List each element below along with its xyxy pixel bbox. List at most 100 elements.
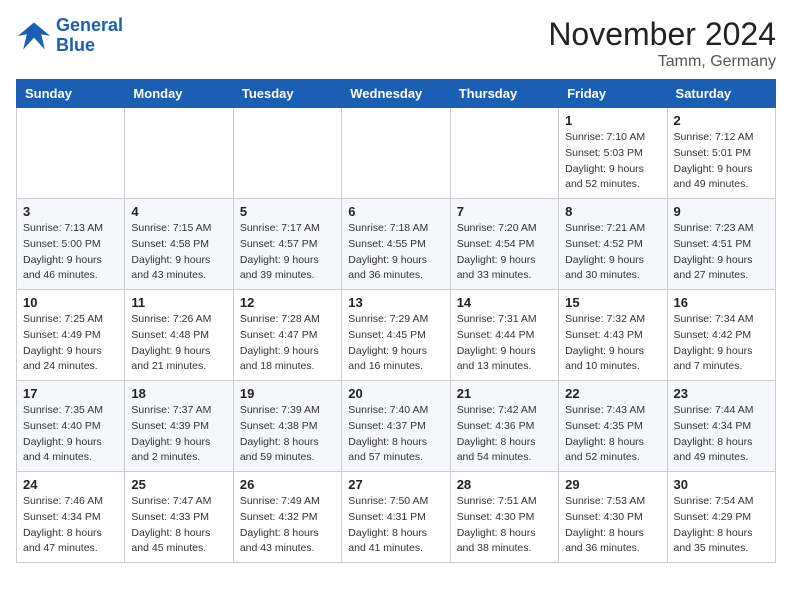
day-info: Sunrise: 7:34 AMSunset: 4:42 PMDaylight:… — [674, 312, 769, 375]
day-number: 1 — [565, 113, 660, 128]
day-cell: 5 Sunrise: 7:17 AMSunset: 4:57 PMDaylight… — [233, 199, 341, 290]
day-cell: 30Sunrise: 7:54 AMSunset: 4:29 PMDayligh… — [667, 472, 775, 563]
day-cell — [450, 108, 558, 199]
day-cell: 23 Sunrise: 7:44 AMSunset: 4:34 PMDayligh… — [667, 381, 775, 472]
day-info: Sunrise: 7:18 AMSunset: 4:55 PMDaylight:… — [348, 221, 443, 284]
day-info: Sunrise: 7:32 AMSunset: 4:43 PMDaylight:… — [565, 312, 660, 375]
day-number: 19 — [240, 386, 335, 401]
day-cell: 6 Sunrise: 7:18 AMSunset: 4:55 PMDaylight… — [342, 199, 450, 290]
day-cell: 1Sunrise: 7:10 AMSunset: 5:03 PMDaylight… — [559, 108, 667, 199]
day-info: Sunrise: 7:17 AMSunset: 4:57 PMDaylight:… — [240, 221, 335, 284]
day-number: 16 — [674, 295, 769, 310]
day-cell: 12Sunrise: 7:28 AMSunset: 4:47 PMDayligh… — [233, 290, 341, 381]
calendar-body: 1Sunrise: 7:10 AMSunset: 5:03 PMDaylight… — [17, 108, 776, 563]
day-info: Sunrise: 7:49 AMSunset: 4:32 PMDaylight:… — [240, 494, 335, 557]
day-number: 18 — [131, 386, 226, 401]
day-cell — [125, 108, 233, 199]
day-info: Sunrise: 7:39 AMSunset: 4:38 PMDaylight:… — [240, 403, 335, 466]
day-number: 14 — [457, 295, 552, 310]
day-cell: 20 Sunrise: 7:40 AMSunset: 4:37 PMDayligh… — [342, 381, 450, 472]
day-info: Sunrise: 7:15 AMSunset: 4:58 PMDaylight:… — [131, 221, 226, 284]
day-number: 13 — [348, 295, 443, 310]
weekday-monday: Monday — [125, 80, 233, 108]
day-number: 3 — [23, 204, 118, 219]
day-cell: 18Sunrise: 7:37 AMSunset: 4:39 PMDayligh… — [125, 381, 233, 472]
weekday-wednesday: Wednesday — [342, 80, 450, 108]
day-number: 6 — [348, 204, 443, 219]
day-cell: 4 Sunrise: 7:15 AMSunset: 4:58 PMDaylight… — [125, 199, 233, 290]
day-cell: 11 Sunrise: 7:26 AMSunset: 4:48 PMDayligh… — [125, 290, 233, 381]
day-info: Sunrise: 7:42 AMSunset: 4:36 PMDaylight:… — [457, 403, 552, 466]
weekday-friday: Friday — [559, 80, 667, 108]
day-cell: 21 Sunrise: 7:42 AMSunset: 4:36 PMDayligh… — [450, 381, 558, 472]
day-info: Sunrise: 7:26 AMSunset: 4:48 PMDaylight:… — [131, 312, 226, 375]
day-number: 2 — [674, 113, 769, 128]
day-cell: 27Sunrise: 7:50 AMSunset: 4:31 PMDayligh… — [342, 472, 450, 563]
page-header: General Blue November 2024 Tamm, Germany — [16, 16, 776, 71]
day-number: 17 — [23, 386, 118, 401]
day-number: 24 — [23, 477, 118, 492]
day-cell: 19 Sunrise: 7:39 AMSunset: 4:38 PMDayligh… — [233, 381, 341, 472]
day-cell: 7Sunrise: 7:20 AMSunset: 4:54 PMDaylight… — [450, 199, 558, 290]
day-info: Sunrise: 7:12 AMSunset: 5:01 PMDaylight:… — [674, 130, 769, 193]
week-row-4: 17Sunrise: 7:35 AMSunset: 4:40 PMDayligh… — [17, 381, 776, 472]
day-cell — [17, 108, 125, 199]
day-number: 28 — [457, 477, 552, 492]
day-info: Sunrise: 7:53 AMSunset: 4:30 PMDaylight:… — [565, 494, 660, 557]
logo-line1: General — [56, 15, 123, 35]
day-info: Sunrise: 7:44 AMSunset: 4:34 PMDaylight:… — [674, 403, 769, 466]
day-info: Sunrise: 7:46 AMSunset: 4:34 PMDaylight:… — [23, 494, 118, 557]
day-number: 21 — [457, 386, 552, 401]
day-info: Sunrise: 7:31 AMSunset: 4:44 PMDaylight:… — [457, 312, 552, 375]
week-row-1: 1Sunrise: 7:10 AMSunset: 5:03 PMDaylight… — [17, 108, 776, 199]
day-number: 20 — [348, 386, 443, 401]
day-info: Sunrise: 7:40 AMSunset: 4:37 PMDaylight:… — [348, 403, 443, 466]
week-row-3: 10 Sunrise: 7:25 AMSunset: 4:49 PMDayligh… — [17, 290, 776, 381]
weekday-tuesday: Tuesday — [233, 80, 341, 108]
day-cell: 13 Sunrise: 7:29 AMSunset: 4:45 PMDayligh… — [342, 290, 450, 381]
day-cell: 28 Sunrise: 7:51 AMSunset: 4:30 PMDayligh… — [450, 472, 558, 563]
day-number: 10 — [23, 295, 118, 310]
day-info: Sunrise: 7:54 AMSunset: 4:29 PMDaylight:… — [674, 494, 769, 557]
day-info: Sunrise: 7:29 AMSunset: 4:45 PMDaylight:… — [348, 312, 443, 375]
day-number: 4 — [131, 204, 226, 219]
day-number: 12 — [240, 295, 335, 310]
logo-icon — [16, 18, 52, 54]
day-number: 11 — [131, 295, 226, 310]
day-cell: 17Sunrise: 7:35 AMSunset: 4:40 PMDayligh… — [17, 381, 125, 472]
day-info: Sunrise: 7:51 AMSunset: 4:30 PMDaylight:… — [457, 494, 552, 557]
weekday-sunday: Sunday — [17, 80, 125, 108]
month-title: November 2024 — [548, 16, 776, 53]
day-number: 5 — [240, 204, 335, 219]
logo-line2: Blue — [56, 35, 95, 55]
day-cell: 8Sunrise: 7:21 AMSunset: 4:52 PMDaylight… — [559, 199, 667, 290]
calendar-table: SundayMondayTuesdayWednesdayThursdayFrid… — [16, 79, 776, 563]
day-number: 25 — [131, 477, 226, 492]
day-cell: 22Sunrise: 7:43 AMSunset: 4:35 PMDayligh… — [559, 381, 667, 472]
weekday-thursday: Thursday — [450, 80, 558, 108]
week-row-2: 3Sunrise: 7:13 AMSunset: 5:00 PMDaylight… — [17, 199, 776, 290]
day-info: Sunrise: 7:21 AMSunset: 4:52 PMDaylight:… — [565, 221, 660, 284]
weekday-header-row: SundayMondayTuesdayWednesdayThursdayFrid… — [17, 80, 776, 108]
day-cell: 24 Sunrise: 7:46 AMSunset: 4:34 PMDayligh… — [17, 472, 125, 563]
day-cell: 15 Sunrise: 7:32 AMSunset: 4:43 PMDayligh… — [559, 290, 667, 381]
day-number: 15 — [565, 295, 660, 310]
day-cell: 3Sunrise: 7:13 AMSunset: 5:00 PMDaylight… — [17, 199, 125, 290]
day-number: 29 — [565, 477, 660, 492]
day-number: 7 — [457, 204, 552, 219]
day-info: Sunrise: 7:23 AMSunset: 4:51 PMDaylight:… — [674, 221, 769, 284]
day-cell: 2 Sunrise: 7:12 AMSunset: 5:01 PMDaylight… — [667, 108, 775, 199]
day-number: 23 — [674, 386, 769, 401]
weekday-saturday: Saturday — [667, 80, 775, 108]
day-cell: 14 Sunrise: 7:31 AMSunset: 4:44 PMDayligh… — [450, 290, 558, 381]
day-cell: 16 Sunrise: 7:34 AMSunset: 4:42 PMDayligh… — [667, 290, 775, 381]
title-block: November 2024 Tamm, Germany — [548, 16, 776, 71]
day-cell — [342, 108, 450, 199]
day-cell: 10 Sunrise: 7:25 AMSunset: 4:49 PMDayligh… — [17, 290, 125, 381]
logo-text: General Blue — [56, 16, 123, 56]
day-cell — [233, 108, 341, 199]
day-info: Sunrise: 7:25 AMSunset: 4:49 PMDaylight:… — [23, 312, 118, 375]
day-number: 22 — [565, 386, 660, 401]
day-info: Sunrise: 7:47 AMSunset: 4:33 PMDaylight:… — [131, 494, 226, 557]
location: Tamm, Germany — [548, 53, 776, 71]
